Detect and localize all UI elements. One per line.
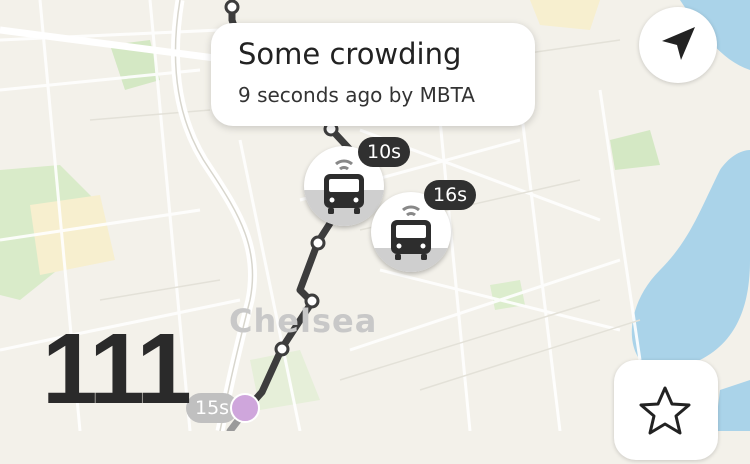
locate-me-button[interactable] [639,7,717,83]
vehicle-time-badge: 10s [358,137,411,167]
vehicle-time-badge: 16s [424,180,477,210]
tooltip-subtitle: 9 seconds ago by MBTA [238,83,475,107]
route-stop [310,235,326,251]
route-stop [224,0,240,15]
location-arrow-icon [662,27,695,60]
tooltip-title: Some crowding [238,37,462,71]
favorite-button[interactable] [614,360,718,460]
map-place-label: Chelsea [229,302,378,340]
crowding-tooltip[interactable]: Some crowding 9 seconds ago by MBTA [211,23,535,126]
route-number: 111 [42,313,192,425]
star-icon [639,386,691,435]
route-stop [274,341,290,357]
route-endpoint-marker[interactable] [230,393,260,423]
